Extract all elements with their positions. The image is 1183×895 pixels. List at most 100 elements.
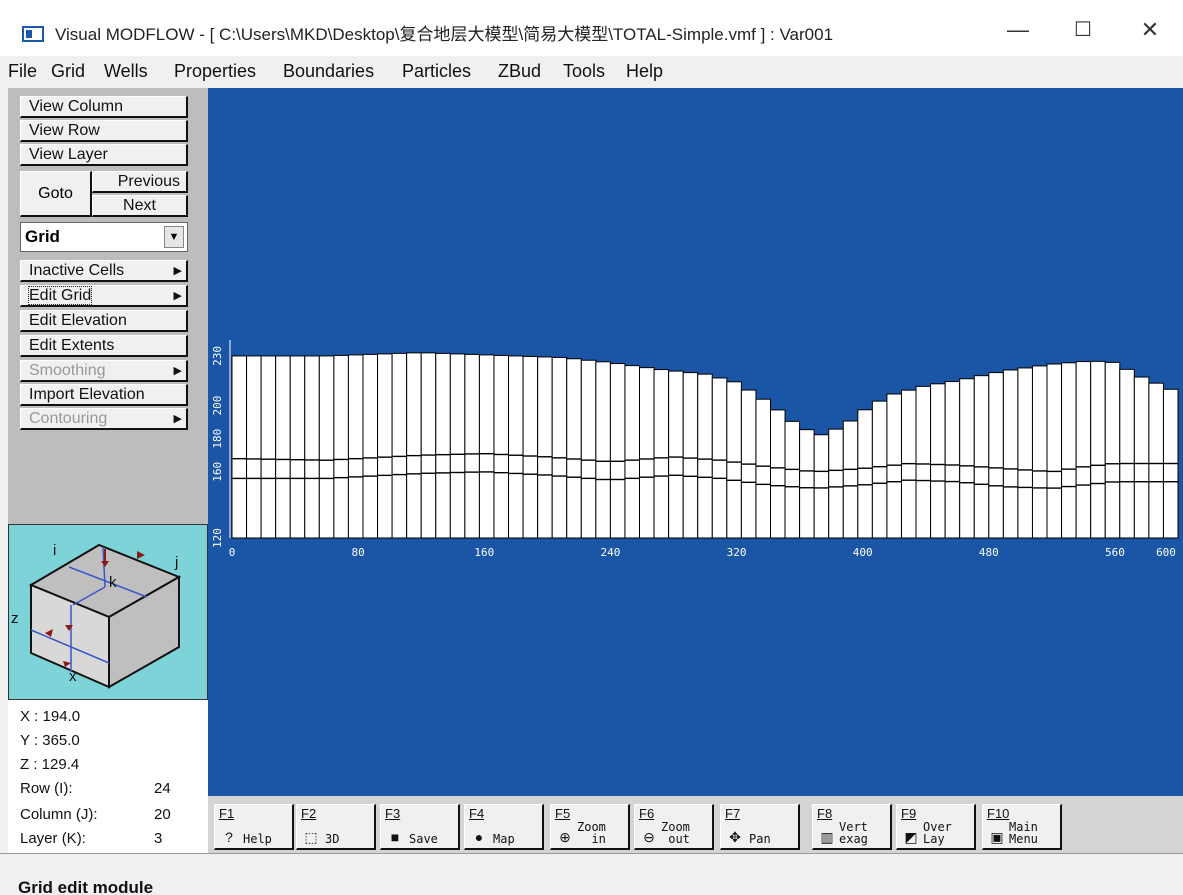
grid-column-cell[interactable] bbox=[464, 353, 480, 539]
fkey-f2-button[interactable]: F2 ⬚ 3D bbox=[296, 804, 376, 850]
grid-column-cell[interactable] bbox=[580, 359, 597, 539]
grid-column-cell[interactable] bbox=[1046, 363, 1063, 539]
grid-column-cell[interactable] bbox=[231, 355, 248, 539]
grid-column-cell[interactable] bbox=[246, 355, 262, 539]
menu-wells[interactable]: Wells bbox=[104, 61, 148, 82]
grid-column-cell[interactable] bbox=[973, 375, 990, 539]
grid-column-cell[interactable] bbox=[959, 378, 975, 539]
grid-column-cell[interactable] bbox=[1090, 360, 1106, 539]
grid-column-cell[interactable] bbox=[668, 370, 684, 539]
menu-file[interactable]: File bbox=[8, 61, 37, 82]
grid-column-cell[interactable] bbox=[624, 365, 641, 539]
grid-column-cell[interactable] bbox=[566, 358, 582, 539]
grid-column-cell[interactable] bbox=[769, 409, 786, 539]
close-button[interactable]: ✕ bbox=[1125, 10, 1175, 50]
grid-column-cell[interactable] bbox=[842, 420, 859, 539]
grid-column-cell[interactable] bbox=[551, 356, 568, 539]
grid-column-cell[interactable] bbox=[377, 353, 393, 539]
next-button[interactable]: Next bbox=[92, 195, 188, 217]
minimize-button[interactable]: — bbox=[993, 10, 1043, 50]
tool-item-contouring[interactable]: Contouring ▶ bbox=[20, 408, 188, 430]
grid-column-cell[interactable] bbox=[1031, 365, 1048, 539]
grid-column-cell[interactable] bbox=[435, 352, 451, 539]
fkey-f6-button[interactable]: F6 ⊖ Zoom out bbox=[634, 804, 714, 850]
view-column-button[interactable]: View Column bbox=[20, 96, 188, 118]
grid-column-cell[interactable] bbox=[275, 355, 291, 539]
grid-column-cell[interactable] bbox=[682, 372, 699, 539]
tool-item-edit-grid[interactable]: Edit Grid ▶ bbox=[20, 285, 188, 307]
menu-zbud[interactable]: ZBud bbox=[498, 61, 541, 82]
grid-column-cell[interactable] bbox=[289, 355, 306, 539]
grid-column-cell[interactable] bbox=[537, 356, 553, 539]
menu-boundaries[interactable]: Boundaries bbox=[283, 61, 374, 82]
grid-column-cell[interactable] bbox=[595, 361, 611, 539]
grid-column-cell[interactable] bbox=[609, 363, 626, 539]
grid-column-cell[interactable] bbox=[799, 429, 815, 539]
view-layer-button[interactable]: View Layer bbox=[20, 144, 188, 166]
menu-help[interactable]: Help bbox=[626, 61, 663, 82]
grid-column-cell[interactable] bbox=[406, 352, 422, 539]
grid-column-cell[interactable] bbox=[871, 400, 888, 539]
grid-column-cell[interactable] bbox=[1075, 361, 1092, 539]
menu-properties[interactable]: Properties bbox=[174, 61, 256, 82]
cross-section-chart[interactable]: 0 80 160 240 320 400 480 560 600 120 160 180 200 230 bbox=[208, 88, 1183, 796]
grid-column-cell[interactable] bbox=[478, 354, 495, 539]
grid-column-cell[interactable] bbox=[944, 381, 961, 539]
grid-column-cell[interactable] bbox=[1104, 361, 1121, 539]
fkey-f5-button[interactable]: F5 ⊕ Zoom in bbox=[550, 804, 630, 850]
grid-column-cell[interactable] bbox=[755, 398, 771, 539]
grid-column-cell[interactable] bbox=[347, 354, 364, 539]
grid-column-cell[interactable] bbox=[711, 377, 728, 539]
grid-column-cell[interactable] bbox=[1119, 368, 1135, 539]
grid-column-cell[interactable] bbox=[639, 367, 655, 539]
view-row-button[interactable]: View Row bbox=[20, 120, 188, 142]
grid-column-cell[interactable] bbox=[1017, 367, 1033, 539]
grid-column-cell[interactable] bbox=[333, 354, 349, 539]
grid-column-cell[interactable] bbox=[828, 428, 844, 539]
grid-column-cell[interactable] bbox=[857, 409, 873, 539]
grid-column-cell[interactable] bbox=[449, 353, 466, 539]
grid-column-cell[interactable] bbox=[318, 355, 335, 539]
mode-select[interactable]: Grid ▼ bbox=[20, 222, 188, 252]
previous-button[interactable]: Previous bbox=[92, 171, 188, 193]
fkey-f4-button[interactable]: F4 ● Map bbox=[464, 804, 544, 850]
grid-column-cell[interactable] bbox=[362, 353, 379, 539]
chevron-down-icon[interactable]: ▼ bbox=[164, 226, 184, 248]
grid-column-cell[interactable] bbox=[1148, 382, 1164, 539]
fkey-f1-button[interactable]: F1? Help bbox=[214, 804, 294, 850]
tool-item-edit-extents[interactable]: Edit Extents bbox=[20, 335, 188, 357]
cross-section-view[interactable]: 0 80 160 240 320 400 480 560 600 120 160 180 200 230 bbox=[208, 88, 1183, 796]
grid-column-cell[interactable] bbox=[1133, 376, 1150, 539]
grid-column-cell[interactable] bbox=[915, 385, 932, 539]
grid-column-cell[interactable] bbox=[493, 354, 510, 539]
goto-button[interactable]: Goto bbox=[20, 171, 92, 217]
fkey-f3-button[interactable]: F3 ■ Save bbox=[380, 804, 460, 850]
grid-column-cell[interactable] bbox=[813, 434, 830, 539]
grid-column-cell[interactable] bbox=[522, 355, 539, 539]
tool-item-inactive-cells[interactable]: Inactive Cells ▶ bbox=[20, 260, 188, 282]
menu-particles[interactable]: Particles bbox=[402, 61, 471, 82]
menu-tools[interactable]: Tools bbox=[563, 61, 605, 82]
grid-column-cell[interactable] bbox=[508, 355, 524, 539]
grid-column-cell[interactable] bbox=[304, 355, 320, 539]
fkey-f8-button[interactable]: F8 ▥ Vert exag bbox=[812, 804, 892, 850]
fkey-f7-button[interactable]: F7 ✥ Pan bbox=[720, 804, 800, 850]
grid-column-cell[interactable] bbox=[726, 381, 742, 539]
tool-item-edit-elevation[interactable]: Edit Elevation bbox=[20, 310, 188, 332]
grid-column-cell[interactable] bbox=[886, 393, 902, 539]
grid-column-cell[interactable] bbox=[260, 355, 277, 539]
menu-grid[interactable]: Grid bbox=[51, 61, 85, 82]
tool-item-smoothing[interactable]: Smoothing ▶ bbox=[20, 360, 188, 382]
grid-column-cell[interactable] bbox=[930, 383, 946, 539]
grid-column-cell[interactable] bbox=[1002, 369, 1019, 539]
maximize-button[interactable]: ☐ bbox=[1058, 10, 1108, 50]
grid-column-cell[interactable] bbox=[391, 352, 408, 539]
fkey-f9-button[interactable]: F9 ◩ Over Lay bbox=[896, 804, 976, 850]
grid-column-cell[interactable] bbox=[988, 372, 1004, 539]
tool-item-import-elevation[interactable]: Import Elevation bbox=[20, 384, 188, 406]
grid-column-cell[interactable] bbox=[784, 420, 801, 539]
fkey-f10-button[interactable]: F10 ▣ Main Menu bbox=[982, 804, 1062, 850]
grid-column-cell[interactable] bbox=[1061, 362, 1077, 539]
grid-column-cell[interactable] bbox=[420, 352, 437, 539]
grid-column-cell[interactable] bbox=[697, 373, 713, 539]
